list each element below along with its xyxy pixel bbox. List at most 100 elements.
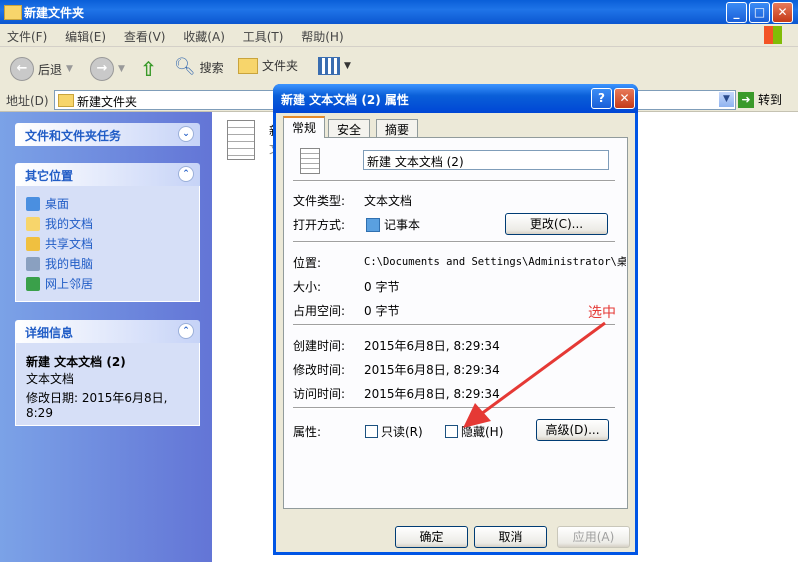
address-value: 新建文件夹 [77, 95, 138, 109]
divider [293, 241, 615, 243]
ok-button[interactable]: 确定 [395, 526, 468, 548]
other-places-header[interactable]: 其它位置 ⌃ [15, 163, 200, 186]
text-document-icon [227, 120, 255, 160]
go-button[interactable]: ➜ 转到 [738, 91, 782, 108]
place-label: 共享文档 [45, 237, 94, 251]
dialog-titlebar: 新建 文本文档 (2) 属性 ? ✕ [273, 84, 638, 113]
place-my-documents[interactable]: 我的文档 [26, 215, 189, 232]
modified-label: 修改时间: [293, 363, 346, 377]
network-icon [26, 276, 40, 291]
menu-tools[interactable]: 工具(T) [236, 24, 291, 49]
place-label: 我的电脑 [45, 257, 94, 271]
dialog-close-button[interactable]: ✕ [614, 88, 635, 109]
shared-folder-icon [26, 236, 40, 251]
menu-favorites[interactable]: 收藏(A) [176, 24, 232, 49]
menubar: 文件(F) 编辑(E) 查看(V) 收藏(A) 工具(T) 帮助(H) [0, 24, 798, 47]
address-dropdown-button[interactable]: ▼ [719, 92, 734, 107]
folder-icon [238, 57, 258, 74]
file-type-label: 文件类型: [293, 194, 346, 208]
place-my-computer[interactable]: 我的电脑 [26, 255, 189, 272]
open-with-label: 打开方式: [293, 218, 346, 232]
file-tasks-title: 文件和文件夹任务 [25, 129, 122, 143]
help-button[interactable]: ? [591, 88, 612, 109]
divider [293, 180, 615, 182]
collapse-chevron-icon[interactable]: ⌃ [178, 166, 194, 182]
up-folder-button[interactable]: ⇧ [140, 57, 157, 81]
cancel-button[interactable]: 取消 [474, 526, 547, 548]
task-pane: 文件和文件夹任务 ⌄ 其它位置 ⌃ 桌面 我的文档 共享文档 我的电脑 网上邻居… [0, 112, 212, 562]
windows-logo-icon [764, 26, 782, 44]
size-value: 0 字节 [364, 280, 400, 294]
created-label: 创建时间: [293, 339, 346, 353]
expand-chevron-icon[interactable]: ⌄ [178, 126, 194, 142]
back-label: 后退 [38, 62, 63, 77]
text-document-icon [300, 148, 320, 174]
folder-icon [4, 5, 22, 20]
desktop-icon [26, 196, 40, 211]
my-computer-icon [26, 256, 40, 271]
views-button[interactable]: ▼ [318, 57, 351, 75]
place-label: 我的文档 [45, 217, 94, 231]
address-label: 地址(D) [6, 94, 49, 108]
tab-security[interactable]: 安全 [328, 119, 371, 137]
file-tasks-header[interactable]: 文件和文件夹任务 ⌄ [15, 123, 200, 146]
place-network[interactable]: 网上邻居 [26, 275, 189, 292]
details-title: 详细信息 [25, 326, 74, 340]
file-type-value: 文本文档 [364, 194, 413, 208]
menu-edit[interactable]: 编辑(E) [58, 24, 113, 49]
details-body: 新建 文本文档 (2) 文本文档 修改日期: 2015年6月8日, 8:29 [15, 343, 200, 426]
apply-button[interactable]: 应用(A) [557, 526, 630, 548]
disk-size-label: 占用空间: [293, 304, 346, 318]
location-value: C:\Documents and Settings\Administrator\… [364, 256, 626, 268]
place-label: 网上邻居 [45, 277, 94, 291]
change-button[interactable]: 更改(C)... [505, 213, 608, 235]
watermark: Bai经验 [678, 511, 784, 544]
back-button[interactable]: ← 后退 ▼ [10, 57, 73, 81]
maximize-button[interactable]: □ [749, 2, 770, 23]
open-with-value: 记事本 [384, 218, 421, 232]
go-label: 转到 [758, 93, 783, 107]
other-places-title: 其它位置 [25, 169, 74, 183]
back-arrow-icon: ← [10, 57, 34, 81]
search-label: 搜索 [199, 60, 224, 75]
menu-file[interactable]: 文件(F) [0, 24, 54, 49]
my-documents-icon [26, 216, 40, 231]
folders-button[interactable]: 文件夹 [238, 57, 298, 74]
attributes-label: 属性: [293, 425, 322, 439]
menu-view[interactable]: 查看(V) [117, 24, 173, 49]
dropdown-icon: ▼ [118, 64, 125, 74]
details-type: 文本文档 [26, 372, 75, 386]
close-button[interactable]: ✕ [772, 2, 793, 23]
details-modified: 修改日期: 2015年6月8日, 8:29 [26, 391, 168, 420]
menu-help[interactable]: 帮助(H) [294, 24, 350, 49]
collapse-chevron-icon[interactable]: ⌃ [178, 323, 194, 339]
accessed-label: 访问时间: [293, 387, 346, 401]
minimize-button[interactable]: _ [726, 2, 747, 23]
folders-label: 文件夹 [262, 59, 299, 73]
disk-size-value: 0 字节 [364, 304, 400, 318]
place-desktop[interactable]: 桌面 [26, 195, 189, 212]
details-panel: 详细信息 ⌃ 新建 文本文档 (2) 文本文档 修改日期: 2015年6月8日,… [15, 320, 200, 426]
search-icon: 🔍︎ [174, 57, 196, 77]
place-label: 桌面 [45, 197, 70, 211]
views-icon [318, 57, 340, 75]
location-label: 位置: [293, 256, 322, 270]
readonly-checkbox[interactable] [365, 425, 378, 438]
filename-value: 新建 文本文档 (2) [367, 155, 464, 169]
file-tasks-panel: 文件和文件夹任务 ⌄ [15, 123, 200, 146]
readonly-label[interactable]: 只读(R) [381, 423, 423, 440]
search-button[interactable]: 🔍︎ 搜索 [174, 57, 224, 77]
tab-summary[interactable]: 摘要 [376, 119, 419, 137]
details-name: 新建 文本文档 (2) [26, 355, 126, 369]
place-shared-documents[interactable]: 共享文档 [26, 235, 189, 252]
forward-arrow-icon: → [90, 57, 114, 81]
other-places-panel: 其它位置 ⌃ 桌面 我的文档 共享文档 我的电脑 网上邻居 [15, 163, 200, 302]
up-arrow-icon: ⇧ [140, 57, 157, 81]
size-label: 大小: [293, 280, 322, 294]
tab-general[interactable]: 常规 [283, 116, 326, 138]
forward-button[interactable]: → ▼ [90, 57, 125, 81]
filename-field[interactable]: 新建 文本文档 (2) [363, 150, 609, 170]
details-header[interactable]: 详细信息 ⌃ [15, 320, 200, 343]
go-arrow-icon: ➜ [738, 91, 754, 108]
other-places-list: 桌面 我的文档 共享文档 我的电脑 网上邻居 [15, 186, 200, 302]
